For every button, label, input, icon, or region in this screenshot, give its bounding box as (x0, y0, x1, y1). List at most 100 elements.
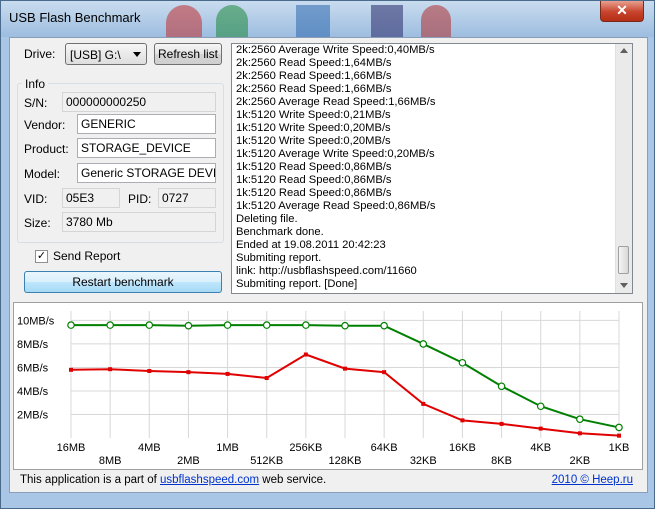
model-field[interactable]: Generic STORAGE DEVICE (77, 163, 216, 183)
drive-select-value: [USB] G:\ (70, 48, 121, 62)
background-desktop-icons (166, 1, 456, 37)
x-tick-label: 64KB (371, 442, 398, 454)
data-point (577, 431, 582, 436)
data-point (615, 423, 623, 432)
send-report-label[interactable]: Send Report (53, 249, 120, 263)
pid-field[interactable]: 0727 (158, 188, 216, 208)
data-point (497, 382, 506, 391)
data-point (262, 321, 271, 329)
log-line: 2k:2560 Average Write Speed:0,40MB/s (236, 44, 435, 56)
scroll-thumb[interactable] (618, 246, 629, 274)
log-box[interactable]: 2k:2560 Average Write Speed:0,40MB/s 2k:2… (231, 43, 633, 294)
data-point (223, 321, 232, 329)
x-tick-label: 16MB (57, 442, 86, 454)
pid-label: PID: (128, 192, 152, 206)
x-tick-label: 1KB (609, 442, 630, 454)
vendor-field[interactable]: GENERIC (77, 114, 216, 134)
data-point (617, 433, 621, 438)
data-point (225, 371, 230, 376)
size-label: Size: (24, 216, 51, 230)
log-line: Submiting report. [Done] (236, 278, 358, 290)
log-line: Deleting file. (236, 213, 298, 225)
info-group-label: Info (22, 77, 49, 91)
send-report-checkbox[interactable]: ✓ (35, 250, 48, 263)
data-point (576, 415, 584, 423)
log-line: 2k:2560 Read Speed:1,66MB/s (236, 70, 392, 82)
x-tick-label: 256KB (289, 442, 322, 454)
data-point (303, 352, 308, 357)
y-tick-label: 10MB/s (17, 315, 55, 327)
footer-suffix: web service. (259, 474, 327, 486)
data-point (536, 402, 545, 411)
log-line: 2k:2560 Read Speed:1,66MB/s (236, 83, 392, 95)
data-point (458, 358, 467, 367)
footer: This application is a part of usbflashsp… (20, 474, 326, 486)
app-window: USB Flash Benchmark ✕ Drive: [USB] G:\ R… (0, 0, 655, 509)
log-line: 1k:5120 Average Write Speed:0,20MB/s (236, 148, 435, 160)
copyright-link[interactable]: 2010 © Heep.ru (552, 474, 633, 486)
x-tick-label: 512KB (250, 455, 283, 467)
data-point (499, 421, 504, 426)
log-lines: 2k:2560 Average Write Speed:0,40MB/s 2k:2… (236, 44, 616, 291)
data-point (460, 418, 465, 423)
drive-label: Drive: (24, 47, 56, 61)
drive-select[interactable]: [USB] G:\ (65, 43, 147, 65)
x-tick-label: 8KB (491, 455, 512, 467)
vendor-label: Vendor: (24, 118, 66, 132)
restart-benchmark-button[interactable]: Restart benchmark (24, 271, 222, 293)
data-point (382, 370, 387, 375)
data-point (186, 370, 191, 375)
close-button[interactable]: ✕ (600, 1, 644, 22)
x-tick-label: 8MB (99, 455, 122, 467)
scroll-down-icon[interactable] (620, 283, 628, 288)
sn-field[interactable]: 000000000250 (62, 92, 216, 112)
x-tick-label: 128KB (328, 455, 361, 467)
speed-chart: 2MB/s 4MB/s 6MB/s 8MB/s 10MB/s 16MB 8MB 4MB 2MB 1… (13, 302, 643, 470)
chevron-down-icon (133, 52, 141, 57)
data-point (108, 367, 113, 372)
data-point (69, 367, 73, 372)
model-label: Model: (24, 167, 61, 181)
x-tick-label: 4KB (530, 442, 551, 454)
scroll-up-icon[interactable] (620, 48, 628, 53)
data-point (419, 340, 428, 348)
size-field[interactable]: 3780 Mb (62, 212, 216, 232)
refresh-list-button[interactable]: Refresh list (154, 43, 222, 65)
client-area: Drive: [USB] G:\ Refresh list Info S/N: … (9, 37, 648, 493)
x-tick-label: 2MB (177, 455, 200, 467)
log-line: 2k:2560 Read Speed:1,64MB/s (236, 57, 392, 69)
y-tick-label: 4MB/s (17, 386, 49, 398)
y-tick-label: 6MB/s (17, 362, 49, 374)
log-line: 1k:5120 Read Speed:0,86MB/s (236, 187, 392, 199)
log-line: 1k:5120 Write Speed:0,21MB/s (236, 109, 391, 121)
title-bar[interactable]: USB Flash Benchmark ✕ (1, 1, 654, 37)
data-point (184, 321, 193, 330)
log-line: 1k:5120 Average Read Speed:0,86MB/s (236, 200, 436, 212)
log-scrollbar[interactable] (615, 44, 632, 293)
x-tick-label: 16KB (449, 442, 476, 454)
data-point (302, 321, 310, 329)
close-icon: ✕ (616, 2, 628, 18)
data-point (380, 321, 388, 330)
vid-field[interactable]: 05E3 (62, 188, 120, 208)
product-field[interactable]: STORAGE_DEVICE (77, 138, 216, 158)
log-line: 1k:5120 Read Speed:0,86MB/s (236, 161, 392, 173)
sn-label: S/N: (24, 96, 48, 110)
x-tick-label: 2KB (569, 455, 590, 467)
log-line: link: http://usbflashspeed.com/11660 (236, 265, 417, 277)
data-point (67, 321, 75, 329)
log-line: Benchmark done. (236, 226, 324, 238)
data-point (538, 426, 543, 431)
product-label: Product: (24, 142, 69, 156)
data-point (343, 366, 347, 371)
data-point (341, 321, 349, 330)
x-tick-label: 1MB (216, 442, 239, 454)
data-point (147, 368, 152, 373)
log-line: 2k:2560 Average Read Speed:1,66MB/s (236, 96, 436, 108)
y-tick-label: 2MB/s (17, 409, 49, 421)
copyright-text[interactable]: 2010 © Heep.ru (552, 474, 633, 486)
checkmark-icon: ✓ (36, 250, 47, 262)
log-line: 1k:5120 Write Speed:0,20MB/s (236, 135, 391, 147)
footer-site-link[interactable]: usbflashspeed.com (160, 474, 259, 486)
log-line: 1k:5120 Write Speed:0,20MB/s (236, 122, 391, 134)
